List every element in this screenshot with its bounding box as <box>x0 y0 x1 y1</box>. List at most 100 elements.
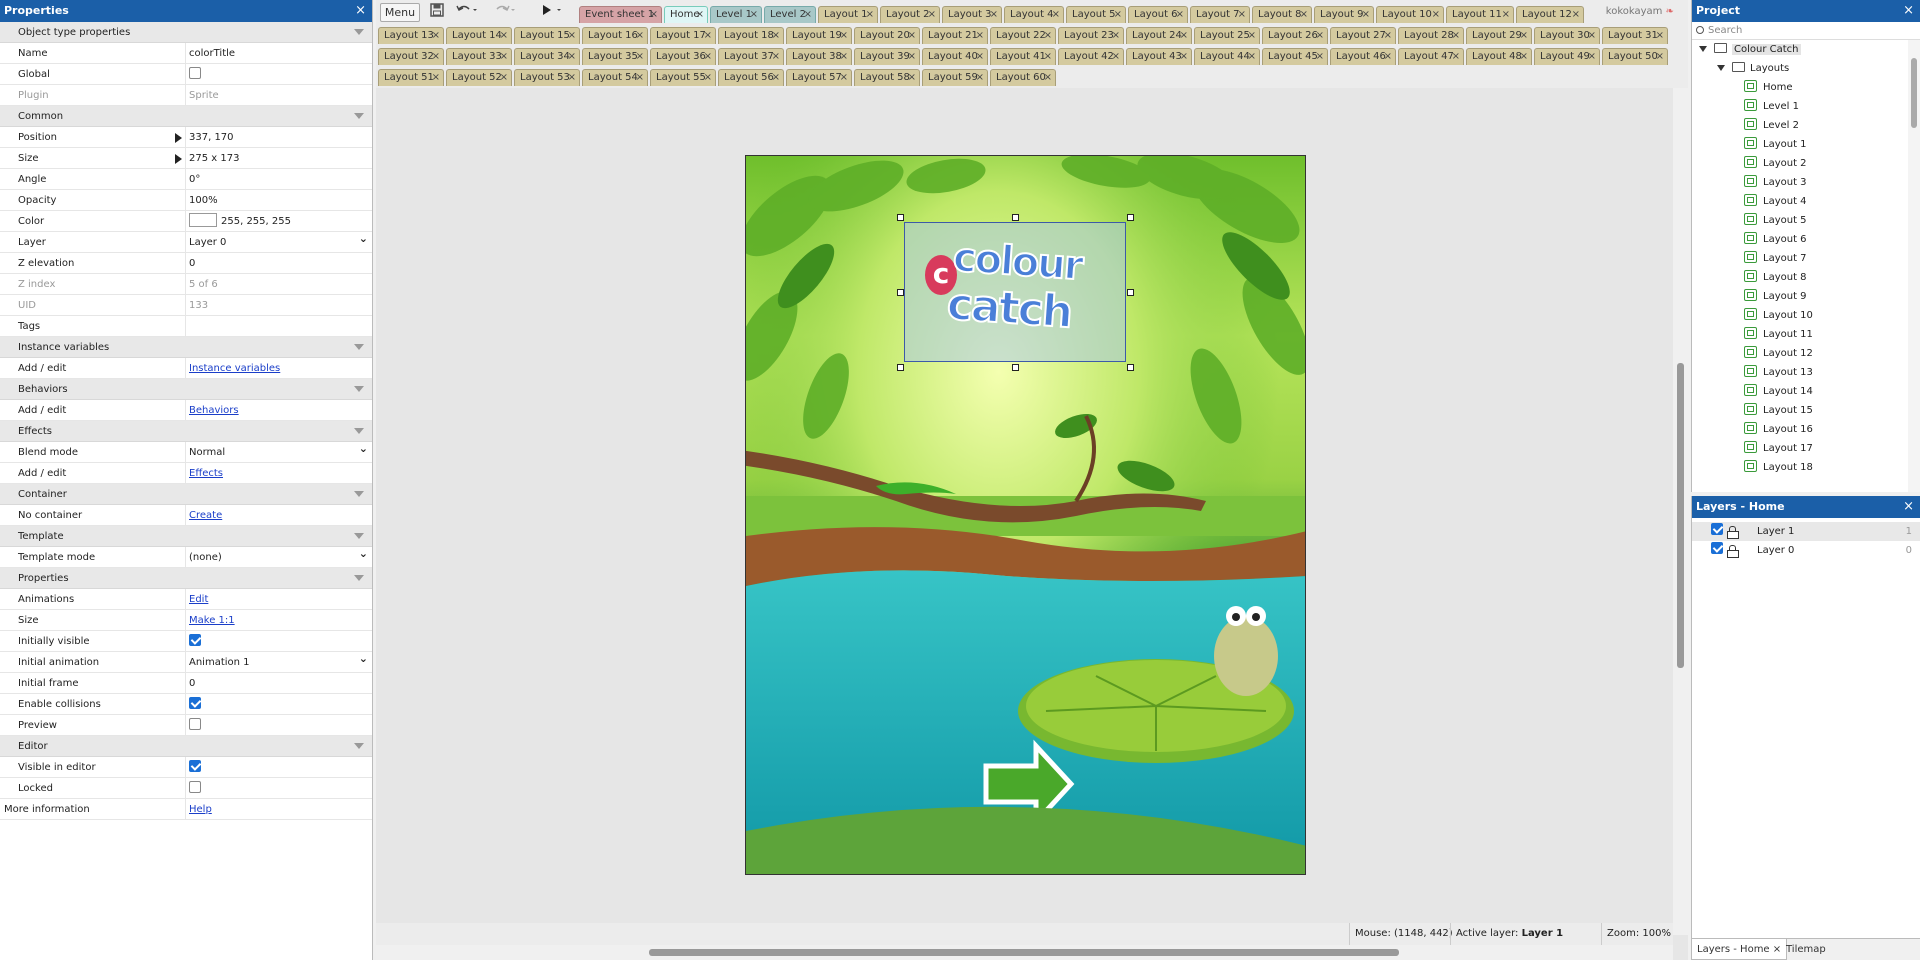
close-icon[interactable]: × <box>568 49 576 65</box>
editor-tab[interactable]: Layout 32 × <box>378 48 444 65</box>
tree-item-layout[interactable]: Layout 16 <box>1692 420 1920 439</box>
close-icon[interactable]: × <box>1248 49 1256 65</box>
close-icon[interactable]: × <box>1520 28 1528 44</box>
property-section[interactable]: Common <box>0 106 372 127</box>
close-icon[interactable]: × <box>1452 49 1460 65</box>
editor-tab[interactable]: Layout 40 × <box>922 48 988 65</box>
property-link[interactable]: Create <box>189 510 222 521</box>
close-icon[interactable]: × <box>840 49 848 65</box>
close-icon[interactable]: × <box>500 28 508 44</box>
editor-tab[interactable]: Layout 20 × <box>854 27 920 44</box>
close-icon[interactable]: × <box>1903 0 1914 22</box>
editor-tab[interactable]: Layout 24 × <box>1126 27 1192 44</box>
editor-tab[interactable]: Layout 23 × <box>1058 27 1124 44</box>
tab-tilemap[interactable]: Tilemap <box>1781 939 1831 960</box>
property-value[interactable]: Behaviors <box>186 400 372 421</box>
collapse-icon[interactable] <box>354 344 364 350</box>
expand-arrow-icon[interactable] <box>1717 65 1725 71</box>
close-icon[interactable]: × <box>1114 7 1122 23</box>
property-section[interactable]: Effects <box>0 421 372 442</box>
close-icon[interactable]: × <box>990 7 998 23</box>
close-icon[interactable]: × <box>908 28 916 44</box>
property-link[interactable]: Make 1:1 <box>189 615 235 626</box>
undo-icon[interactable] <box>456 3 478 22</box>
editor-tab[interactable]: Layout 45 × <box>1262 48 1328 65</box>
lock-icon[interactable] <box>1727 526 1739 539</box>
editor-tab[interactable]: Layout 26 × <box>1262 27 1328 44</box>
property-section[interactable]: Editor <box>0 736 372 757</box>
editor-tab[interactable]: Layout 5 × <box>1066 6 1126 23</box>
property-value[interactable] <box>186 757 372 778</box>
tree-item-layout[interactable]: Layout 15 <box>1692 401 1920 420</box>
editor-tab[interactable]: Layout 35 × <box>582 48 648 65</box>
tree-item-layout[interactable]: Layout 1 <box>1692 135 1920 154</box>
tree-item-layout[interactable]: Layout 7 <box>1692 249 1920 268</box>
editor-tab[interactable]: Layout 57 × <box>786 69 852 86</box>
editor-tab[interactable]: Layout 21 × <box>922 27 988 44</box>
redo-icon[interactable] <box>494 3 516 22</box>
editor-tab[interactable]: Layout 30 × <box>1534 27 1600 44</box>
property-section[interactable]: Properties <box>0 568 372 589</box>
collapse-icon[interactable] <box>354 113 364 119</box>
tree-item-layout[interactable]: Layout 11 <box>1692 325 1920 344</box>
user-name[interactable]: kokokayam ❧ <box>1606 6 1674 17</box>
property-value[interactable]: Normal ⌄ <box>186 442 372 463</box>
editor-tab[interactable]: Layout 48 × <box>1466 48 1532 65</box>
editor-tab[interactable]: Layout 55 × <box>650 69 716 86</box>
tree-item-layout[interactable]: Layout 3 <box>1692 173 1920 192</box>
layer-row[interactable]: Layer 1 1 <box>1692 522 1920 541</box>
close-icon[interactable]: × <box>1316 49 1324 65</box>
close-icon[interactable]: × <box>772 70 780 86</box>
expand-arrow-icon[interactable] <box>1699 46 1707 52</box>
close-icon[interactable]: × <box>568 28 576 44</box>
property-value[interactable]: colorTitle <box>186 43 372 64</box>
editor-tab[interactable]: Layout 4 × <box>1004 6 1064 23</box>
tree-item-layout[interactable]: Layout 17 <box>1692 439 1920 458</box>
property-checkbox[interactable] <box>189 696 201 709</box>
chevron-down-icon[interactable]: ⌄ <box>359 442 368 456</box>
save-icon[interactable] <box>430 3 444 22</box>
tree-item-layout[interactable]: Layout 18 <box>1692 458 1920 477</box>
close-icon[interactable]: × <box>704 49 712 65</box>
property-link[interactable]: Help <box>189 804 212 815</box>
property-value[interactable]: Create <box>186 505 372 526</box>
close-icon[interactable]: × <box>772 28 780 44</box>
editor-tab[interactable]: Layout 3 × <box>942 6 1002 23</box>
editor-tab[interactable]: Layout 43 × <box>1126 48 1192 65</box>
close-icon[interactable]: × <box>1316 28 1324 44</box>
property-link[interactable]: Effects <box>189 468 223 479</box>
editor-tab[interactable]: Layout 16 × <box>582 27 648 44</box>
project-scrollbar[interactable] <box>1908 40 1920 492</box>
close-icon[interactable]: × <box>1112 28 1120 44</box>
property-link[interactable]: Behaviors <box>189 405 239 416</box>
layer-visible-checkbox[interactable] <box>1711 542 1723 554</box>
close-icon[interactable]: × <box>908 49 916 65</box>
collapse-icon[interactable] <box>354 575 364 581</box>
editor-tab[interactable]: Layout 49 × <box>1534 48 1600 65</box>
editor-tab[interactable]: Layout 33 × <box>446 48 512 65</box>
close-icon[interactable]: × <box>1362 7 1370 23</box>
editor-tab[interactable]: Layout 46 × <box>1330 48 1396 65</box>
close-icon[interactable]: × <box>704 70 712 86</box>
editor-tab[interactable]: Layout 18 × <box>718 27 784 44</box>
editor-tab[interactable]: Layout 59 × <box>922 69 988 86</box>
close-icon[interactable]: × <box>1588 49 1596 65</box>
close-icon[interactable]: × <box>650 7 658 23</box>
layout-scene[interactable]: c colour catch <box>745 155 1306 875</box>
editor-tab[interactable]: Layout 2 × <box>880 6 940 23</box>
property-section[interactable]: Behaviors <box>0 379 372 400</box>
tree-item-layout[interactable]: Layout 10 <box>1692 306 1920 325</box>
close-icon[interactable]: × <box>1588 28 1596 44</box>
editor-tab[interactable]: Layout 6 × <box>1128 6 1188 23</box>
property-value[interactable] <box>186 694 372 715</box>
close-icon[interactable]: × <box>432 28 440 44</box>
tree-item-layout[interactable]: Level 1 <box>1692 97 1920 116</box>
project-search-input[interactable]: Search <box>1692 22 1920 40</box>
property-value[interactable]: 255, 255, 255 <box>186 211 372 232</box>
editor-tab[interactable]: Layout 37 × <box>718 48 784 65</box>
property-checkbox[interactable] <box>189 780 201 793</box>
close-icon[interactable]: × <box>500 49 508 65</box>
property-value[interactable]: Instance variables <box>186 358 372 379</box>
property-value[interactable]: 275 x 173 <box>186 148 372 169</box>
close-icon[interactable]: × <box>1773 944 1781 955</box>
